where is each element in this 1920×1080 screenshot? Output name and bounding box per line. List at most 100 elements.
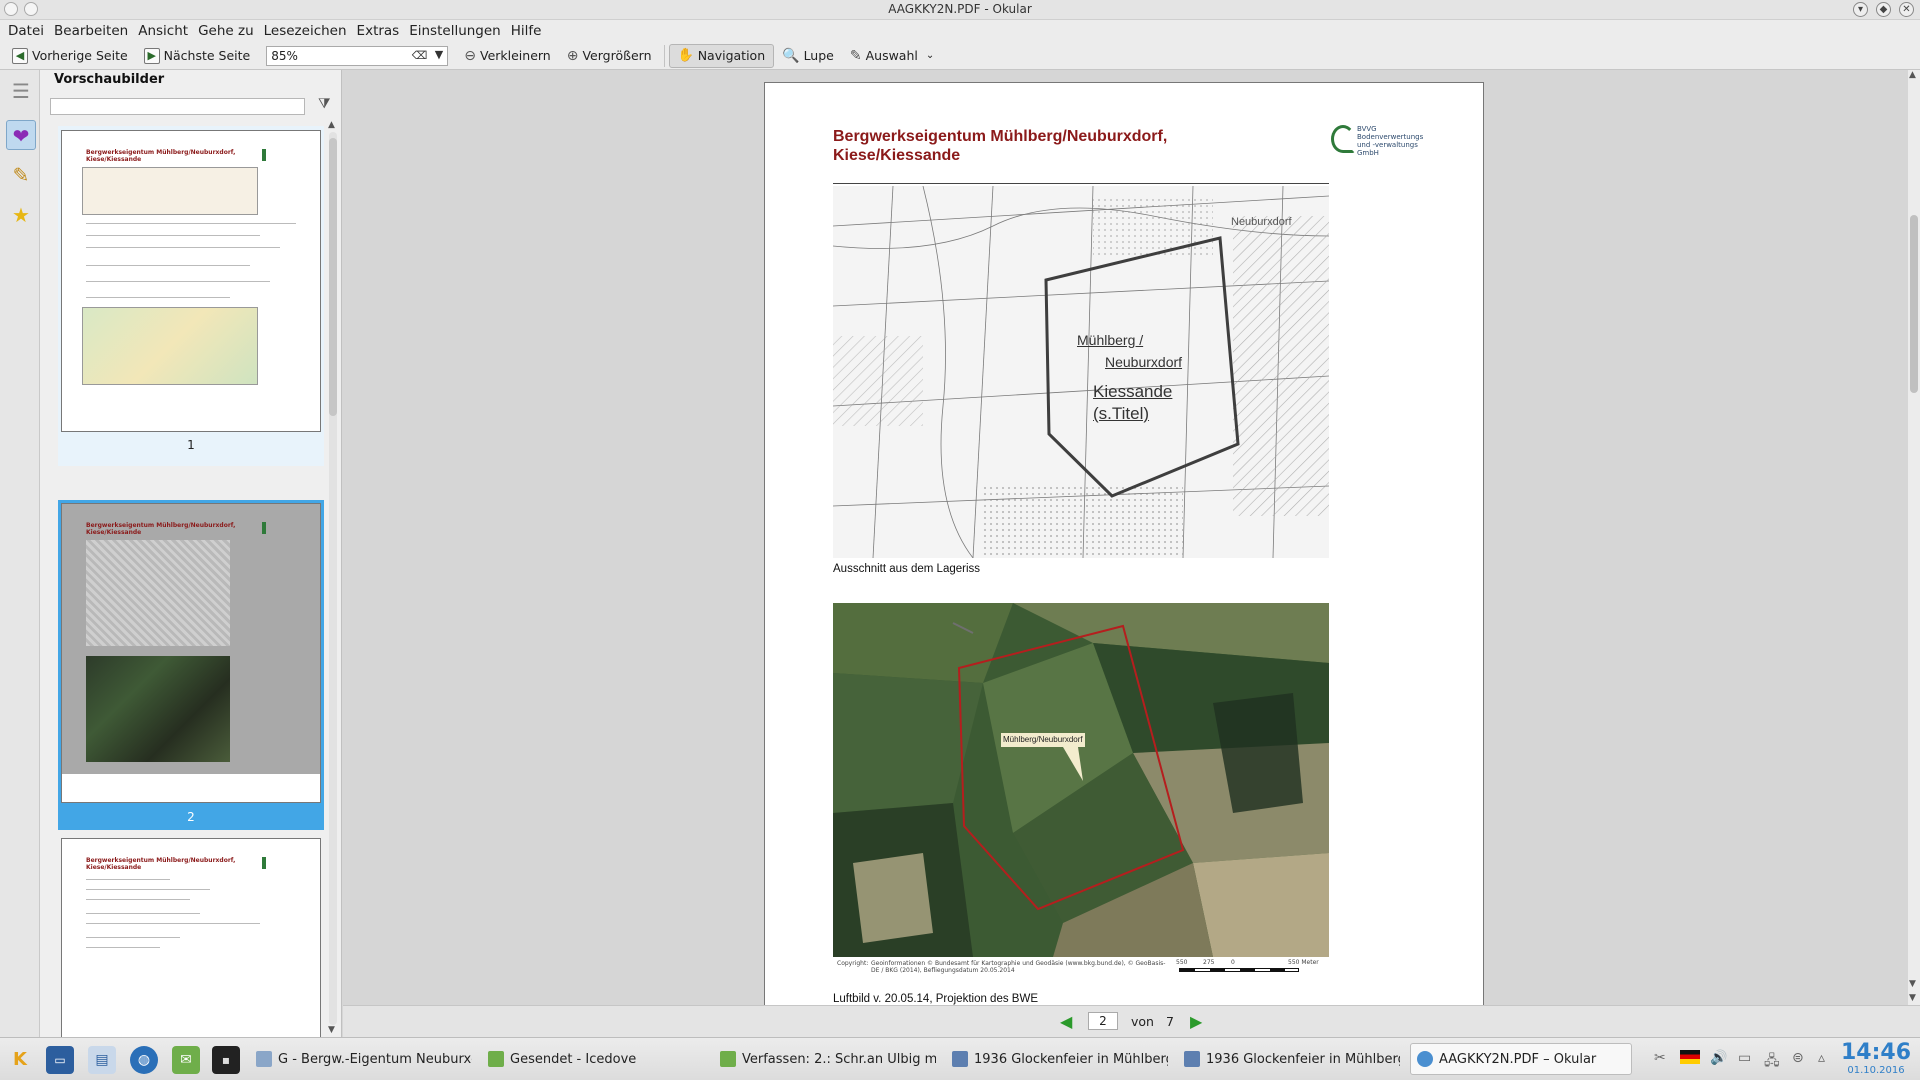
task-item[interactable]: G - Bergw.-Eigentum Neuburxd xyxy=(250,1043,472,1075)
pdf-page: Bergwerkseigentum Mühlberg/Neuburxdorf, … xyxy=(764,82,1484,1005)
close-button[interactable]: ✕ xyxy=(1899,2,1914,17)
thumbnail-search-input[interactable] xyxy=(50,98,305,115)
thumbnail-page-2[interactable]: Bergwerkseigentum Mühlberg/Neuburxdorf, K… xyxy=(58,500,324,830)
arrow-right-icon: ▶ xyxy=(143,47,160,64)
thumbnail-number: 2 xyxy=(187,810,195,824)
scissors-icon[interactable]: ✂ xyxy=(1654,1050,1666,1066)
mini-logo xyxy=(262,857,296,869)
mini-title: Bergwerkseigentum Mühlberg/Neuburxdorf, K… xyxy=(86,149,236,163)
mail-icon xyxy=(488,1051,504,1067)
menu-ansicht[interactable]: Ansicht xyxy=(136,20,196,42)
next-page-arrow-icon[interactable]: ▶ xyxy=(1190,1012,1202,1031)
magnifier-minus-icon: ⊖ xyxy=(464,47,476,64)
bvvg-logo-mark-icon xyxy=(1331,125,1355,153)
map-label: Kiessande xyxy=(1093,382,1173,401)
keyboard-layout-flag-icon[interactable] xyxy=(1680,1050,1700,1064)
annotations-icon[interactable]: ✎ xyxy=(6,160,36,190)
arrow-left-icon: ◀ xyxy=(12,47,28,64)
thumbnail-page-1[interactable]: Bergwerkseigentum Mühlberg/Neuburxdorf, K… xyxy=(58,126,324,466)
zoom-out-button[interactable]: ⊖ Verkleinern xyxy=(456,44,558,68)
menu-datei[interactable]: Datei xyxy=(6,20,52,42)
mini-logo xyxy=(262,149,296,161)
table-of-contents-icon[interactable]: ☰ xyxy=(6,76,36,106)
kde-menu-icon[interactable]: K xyxy=(6,1046,34,1074)
clock[interactable]: 14:46 01.10.2016 xyxy=(1838,1040,1914,1077)
chevron-down-icon[interactable]: ▼ xyxy=(435,48,443,61)
navigation-tool-button[interactable]: ✋ Navigation xyxy=(668,43,775,68)
bvvg-logo: BVVG Bodenverwertungs und -verwaltungs G… xyxy=(1331,123,1423,159)
scrollbar-thumb[interactable] xyxy=(1910,215,1918,393)
thumbnail-page-3[interactable]: Bergwerkseigentum Mühlberg/Neuburxdorf, K… xyxy=(58,834,324,1048)
map-label: Neuburxdorf xyxy=(1231,216,1292,228)
clock-time: 14:46 xyxy=(1840,1040,1912,1065)
window-title: AAGKKY2N.PDF - Okular xyxy=(888,2,1032,16)
bookmarks-star-icon[interactable]: ★ xyxy=(6,200,36,230)
desktop-icon[interactable]: ▭ xyxy=(46,1046,74,1074)
devices-icon[interactable]: ⊜ xyxy=(1792,1050,1804,1066)
thumbnail-number: 1 xyxy=(187,438,195,452)
document-scrollbar[interactable]: ▲ ▼ ▼ xyxy=(1908,70,1920,1005)
minimize-button[interactable]: ▾ xyxy=(1853,2,1868,17)
maximize-button[interactable]: ◆ xyxy=(1876,2,1891,17)
menu-hilfe[interactable]: Hilfe xyxy=(509,20,550,42)
document-view[interactable]: Bergwerkseigentum Mühlberg/Neuburxdorf, … xyxy=(343,70,1908,1005)
tray-expand-icon[interactable]: ▵ xyxy=(1818,1050,1825,1066)
menu-extras[interactable]: Extras xyxy=(355,20,408,42)
file-manager-icon[interactable]: ▤ xyxy=(88,1046,116,1074)
clear-icon[interactable]: ⌫ xyxy=(412,49,428,62)
page-navigation-bar: ◀ 2 von 7 ▶ xyxy=(343,1005,1920,1037)
magnifier-tool-button[interactable]: 🔍 Lupe xyxy=(774,44,842,68)
thumbnail-image: Bergwerkseigentum Mühlberg/Neuburxdorf, K… xyxy=(61,838,321,1048)
network-icon[interactable]: 🖧 xyxy=(1764,1050,1780,1074)
menu-bearbeiten[interactable]: Bearbeiten xyxy=(52,20,136,42)
previous-page-button[interactable]: ◀ Vorherige Seite xyxy=(4,44,136,68)
selection-tool-button[interactable]: ✎ Auswahl ⌄ xyxy=(842,44,942,68)
page-number-input[interactable]: 2 xyxy=(1088,1012,1118,1030)
browser-globe-icon[interactable]: ◍ xyxy=(130,1046,158,1074)
task-item[interactable]: 1936 Glockenfeier in Mühlberg xyxy=(1178,1043,1400,1075)
scrollbar-thumb[interactable] xyxy=(329,138,337,416)
menu-gehe-zu[interactable]: Gehe zu xyxy=(196,20,262,42)
title-bar: AAGKKY2N.PDF - Okular ▾ ◆ ✕ xyxy=(0,0,1920,20)
mini-title: Bergwerkseigentum Mühlberg/Neuburxdorf, K… xyxy=(86,857,236,871)
compose-icon xyxy=(720,1051,736,1067)
page-total: 7 xyxy=(1166,1014,1174,1029)
page-of-label: von xyxy=(1131,1014,1154,1029)
aerial-photo: Mühlberg/Neuburxdorf xyxy=(833,603,1329,957)
mail-client-icon[interactable]: ✉ xyxy=(172,1046,200,1074)
display-icon[interactable]: ▭ xyxy=(1738,1050,1751,1066)
menu-lesezeichen[interactable]: Lesezeichen xyxy=(262,20,355,42)
document-title: Bergwerkseigentum Mühlberg/Neuburxdorf, … xyxy=(833,128,1168,164)
lageriss-map: Neuburxdorf Mühlberg / Neuburxdorf Kiess… xyxy=(833,186,1329,558)
zoom-value: 85% xyxy=(271,48,298,63)
previous-page-arrow-icon[interactable]: ◀ xyxy=(1060,1012,1072,1031)
aerial-label: Mühlberg/Neuburxdorf xyxy=(1003,735,1083,744)
panel-title: Vorschaubilder xyxy=(54,72,165,87)
okular-icon xyxy=(1417,1051,1433,1067)
filter-icon[interactable]: ⧩ xyxy=(318,96,331,112)
aerial-drawing xyxy=(833,603,1329,957)
task-item-active[interactable]: AAGKKY2N.PDF – Okular xyxy=(1410,1043,1632,1075)
zoom-combobox[interactable]: 85% ⌫ ▼ xyxy=(266,45,449,66)
zoom-in-button[interactable]: ⊕ Vergrößern xyxy=(559,44,660,68)
document-icon xyxy=(1184,1051,1200,1067)
terminal-icon[interactable]: ▪ xyxy=(212,1046,240,1074)
task-item[interactable]: Gesendet - Icedove xyxy=(482,1043,704,1075)
scroll-down-icon[interactable]: ▼ xyxy=(1909,993,1916,1003)
task-item[interactable]: Verfassen: 2.: Schr.an Ulbig m xyxy=(714,1043,936,1075)
thumbnails-icon[interactable]: ❤ xyxy=(6,120,36,150)
thumbnail-scrollbar[interactable]: ▲ ▼ xyxy=(327,120,339,1035)
thumbnail-image: Bergwerkseigentum Mühlberg/Neuburxdorf, K… xyxy=(61,130,321,432)
chevron-down-icon[interactable]: ⌄ xyxy=(926,50,934,61)
map-label: Mühlberg / xyxy=(1077,332,1144,348)
menu-einstellungen[interactable]: Einstellungen xyxy=(407,20,509,42)
document-icon xyxy=(952,1051,968,1067)
logo-text: BVVG Bodenverwertungs und -verwaltungs G… xyxy=(1357,125,1424,157)
scroll-down-icon[interactable]: ▼ xyxy=(1909,979,1916,989)
caption-lageriss: Ausschnitt aus dem Lageriss xyxy=(833,563,981,575)
volume-icon[interactable]: 🔊 xyxy=(1710,1050,1727,1066)
magnifier-plus-icon: ⊕ xyxy=(566,47,579,64)
next-page-button[interactable]: ▶ Nächste Seite xyxy=(136,44,259,68)
task-item[interactable]: 1936 Glockenfeier in Mühlberg xyxy=(946,1043,1168,1075)
scroll-up-icon[interactable]: ▲ xyxy=(1909,70,1916,80)
